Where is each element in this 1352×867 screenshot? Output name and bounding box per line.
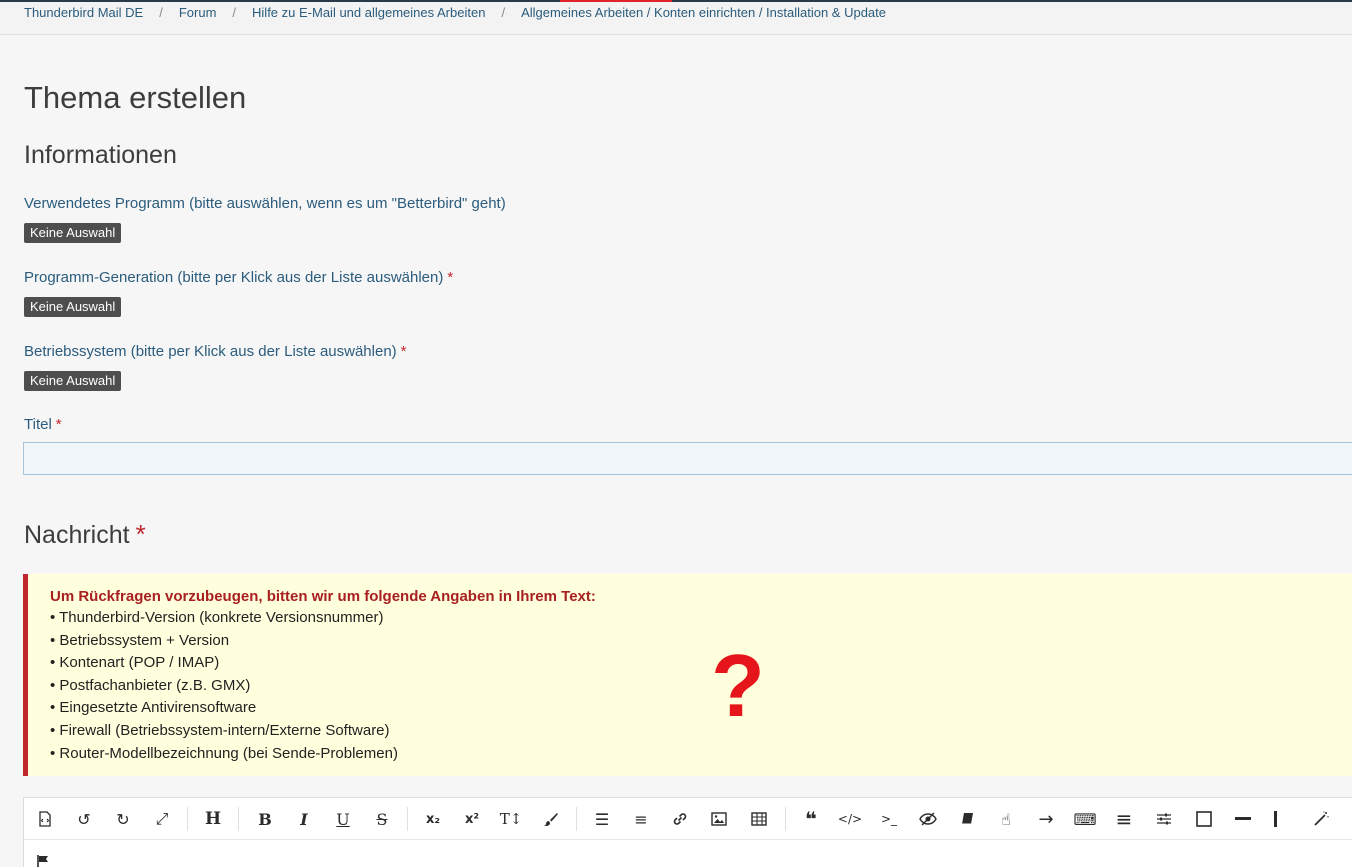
toolbar-separator — [576, 807, 577, 831]
notice-item: • Thunderbird-Version (konkrete Versions… — [50, 609, 384, 626]
bold-icon[interactable]: B — [250, 804, 280, 834]
toolbar-separator — [238, 807, 239, 831]
editor-toolbar: ↺ ↻ ⤢ H B I U S x₂ x² T↕ ☰ ≡ ❝ </> >_ ☝ … — [24, 798, 1352, 840]
generation-select[interactable]: Keine Auswahl — [24, 297, 122, 317]
title-label: Titel * — [24, 416, 62, 433]
strikethrough-icon[interactable]: S — [367, 804, 397, 834]
redo-icon[interactable]: ↻ — [108, 804, 138, 834]
breadcrumb-item-help[interactable]: Hilfe zu E-Mail und allgemeines Arbeiten — [252, 5, 485, 20]
message-title-text: Nachricht — [24, 521, 130, 549]
notice-item: • Eingesetzte Antivirensoftware — [50, 699, 257, 717]
horizontal-line-icon[interactable] — [1228, 804, 1258, 834]
superscript-icon[interactable]: x² — [457, 804, 487, 834]
image-icon[interactable] — [704, 804, 734, 834]
message-editor[interactable]: ↺ ↻ ⤢ H B I U S x₂ x² T↕ ☰ ≡ ❝ </> >_ ☝ … — [23, 797, 1352, 867]
notice-item: • Kontenart (POP / IMAP) — [50, 654, 220, 672]
question-mark: ? — [711, 636, 765, 735]
generation-label-text: Programm-Generation (bitte per Klick aus… — [24, 269, 444, 286]
align-icon[interactable]: ≡ — [626, 804, 656, 834]
spoiler-icon[interactable] — [913, 804, 943, 834]
breadcrumb-separator: / — [232, 5, 237, 20]
notice-box: Um Rückfragen vorzubeugen, bitten wir um… — [23, 574, 1352, 776]
pointer-hand-icon[interactable]: ☝ — [991, 804, 1021, 834]
toolbar-separator — [785, 807, 786, 831]
fullscreen-icon[interactable]: ⤢ — [147, 804, 177, 834]
required-mark: * — [447, 269, 454, 286]
os-label: Betriebssystem (bitte per Klick aus der … — [24, 343, 407, 360]
toolbar-separator — [187, 807, 188, 831]
table-icon[interactable] — [744, 804, 774, 834]
required-mark: * — [55, 416, 62, 433]
notice-heading: Um Rückfragen vorzubeugen, bitten wir um… — [50, 588, 596, 605]
vertical-line-icon[interactable] — [1261, 804, 1291, 834]
page-title: Thema erstellen — [24, 80, 247, 115]
quote-icon[interactable]: ❝ — [796, 804, 826, 834]
square-icon[interactable] — [1189, 804, 1219, 834]
terminal-icon[interactable]: >_ — [874, 804, 904, 834]
menu-icon[interactable]: ≡ — [1109, 804, 1139, 834]
generation-label: Programm-Generation (bitte per Klick aus… — [24, 269, 453, 286]
paintbrush-icon[interactable] — [536, 804, 566, 834]
link-icon[interactable] — [665, 804, 695, 834]
flag-icon — [37, 854, 51, 867]
undo-icon[interactable]: ↺ — [69, 804, 99, 834]
source-code-icon[interactable] — [30, 804, 60, 834]
program-label-text: Verwendetes Programm (bitte auswählen, w… — [24, 195, 506, 212]
section-title-informationen: Informationen — [24, 141, 177, 169]
breadcrumb-item-home[interactable]: Thunderbird Mail DE — [24, 5, 143, 20]
program-select[interactable]: Keine Auswahl — [24, 223, 122, 243]
breadcrumb-separator: / — [159, 5, 163, 20]
heading-icon[interactable]: H — [198, 804, 228, 834]
toolbar-separator — [407, 807, 408, 831]
title-input[interactable] — [23, 442, 1352, 475]
code-icon[interactable]: </> — [835, 804, 865, 834]
notice-item: • Firewall (Betriebssystem-intern/Extern… — [50, 721, 390, 739]
message-title: Nachricht * — [24, 519, 146, 550]
notice-item: • Router-Modellbezeichnung (bei Sende-Pr… — [50, 744, 398, 762]
list-icon[interactable]: ☰ — [587, 804, 617, 834]
breadcrumb-item-forum[interactable]: Forum — [179, 5, 217, 20]
breadcrumb-separator: / — [501, 5, 506, 20]
font-size-icon[interactable]: T↕ — [496, 804, 526, 834]
os-label-text: Betriebssystem (bitte per Klick aus der … — [24, 343, 397, 360]
breadcrumb: Thunderbird Mail DE / Forum / Hilfe zu E… — [0, 2, 1352, 35]
book-icon[interactable] — [952, 804, 982, 834]
required-mark: * — [400, 343, 407, 360]
title-label-text: Titel — [24, 416, 52, 433]
breadcrumb-item-category[interactable]: Allgemeines Arbeiten / Konten einrichten… — [521, 5, 886, 20]
keyboard-icon[interactable]: ⌨ — [1070, 804, 1100, 834]
notice-item: • Postfachanbieter (z.B. GMX) — [50, 676, 251, 694]
italic-icon[interactable]: I — [289, 804, 319, 834]
program-label: Verwendetes Programm (bitte auswählen, w… — [24, 195, 506, 212]
sliders-icon[interactable] — [1149, 804, 1179, 834]
arrow-right-icon[interactable]: → — [1031, 804, 1061, 834]
os-select[interactable]: Keine Auswahl — [24, 371, 122, 391]
underline-icon[interactable]: U — [328, 804, 358, 834]
notice-item: • Betriebssystem + Version — [50, 631, 230, 649]
notice-list: • Thunderbird-Version (konkrete Versions… — [50, 607, 1352, 765]
magic-wand-icon[interactable] — [1306, 804, 1336, 834]
subscript-icon[interactable]: x₂ — [418, 804, 448, 834]
required-mark: * — [135, 519, 146, 549]
